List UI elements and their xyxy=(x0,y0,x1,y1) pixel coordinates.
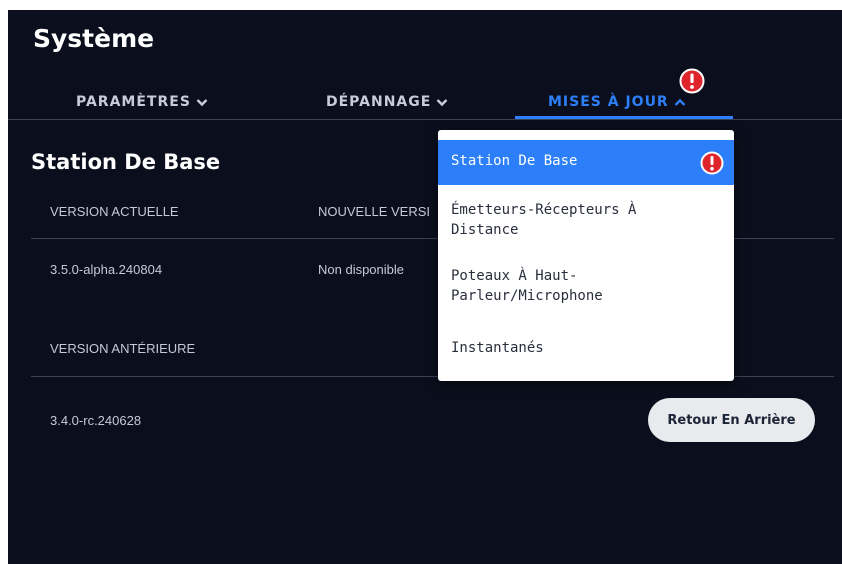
page-title: Système xyxy=(33,24,155,53)
new-version-label: NOUVELLE VERSION xyxy=(318,204,430,219)
chevron-up-icon xyxy=(674,98,686,107)
new-version-value: Non disponible xyxy=(318,262,405,277)
chevron-down-icon xyxy=(196,98,208,107)
dropdown-item-station-de-base[interactable]: Station De Base xyxy=(438,140,734,185)
dropdown-item-instantanes[interactable]: Instantanés xyxy=(438,338,734,362)
dropdown-item-poteaux[interactable]: Poteaux À Haut-Parleur/Microphone xyxy=(438,266,734,312)
new-version-label-clip: NOUVELLE VERSION xyxy=(318,204,430,224)
alert-icon xyxy=(679,68,705,98)
tab-mises-a-jour[interactable]: MISES À JOUR xyxy=(548,94,686,110)
updates-dropdown-menu: Station De Base Émetteurs-Récepteurs À D… xyxy=(438,130,734,381)
alert-icon xyxy=(700,151,724,181)
dropdown-item-label: Instantanés xyxy=(451,340,544,356)
rollback-button[interactable]: Retour En Arrière xyxy=(648,398,815,442)
previous-version-label: VERSION ANTÉRIEURE xyxy=(50,341,196,356)
tab-depannage[interactable]: DÉPANNAGE xyxy=(326,94,448,110)
previous-version-value: 3.4.0-rc.240628 xyxy=(50,413,142,428)
current-version-value: 3.5.0-alpha.240804 xyxy=(50,262,163,277)
dropdown-item-label: Émetteurs-Récepteurs À Distance xyxy=(451,202,637,238)
tabs-divider xyxy=(8,119,842,120)
tab-label: PARAMÈTRES xyxy=(76,94,191,110)
dropdown-item-label: Poteaux À Haut-Parleur/Microphone xyxy=(451,268,603,304)
current-version-label: VERSION ACTUELLE xyxy=(50,204,179,219)
dropdown-item-label: Station De Base xyxy=(451,153,578,169)
tab-parametres[interactable]: PARAMÈTRES xyxy=(76,94,208,110)
tab-label: MISES À JOUR xyxy=(548,94,669,110)
tab-label: DÉPANNAGE xyxy=(326,94,432,110)
app-window: Système PARAMÈTRES DÉPANNAGE MISES À JOU… xyxy=(8,10,842,564)
dropdown-item-emetteurs-recepteurs[interactable]: Émetteurs-Récepteurs À Distance xyxy=(438,200,734,246)
section-title: Station De Base xyxy=(31,150,221,174)
chevron-down-icon xyxy=(436,98,448,107)
